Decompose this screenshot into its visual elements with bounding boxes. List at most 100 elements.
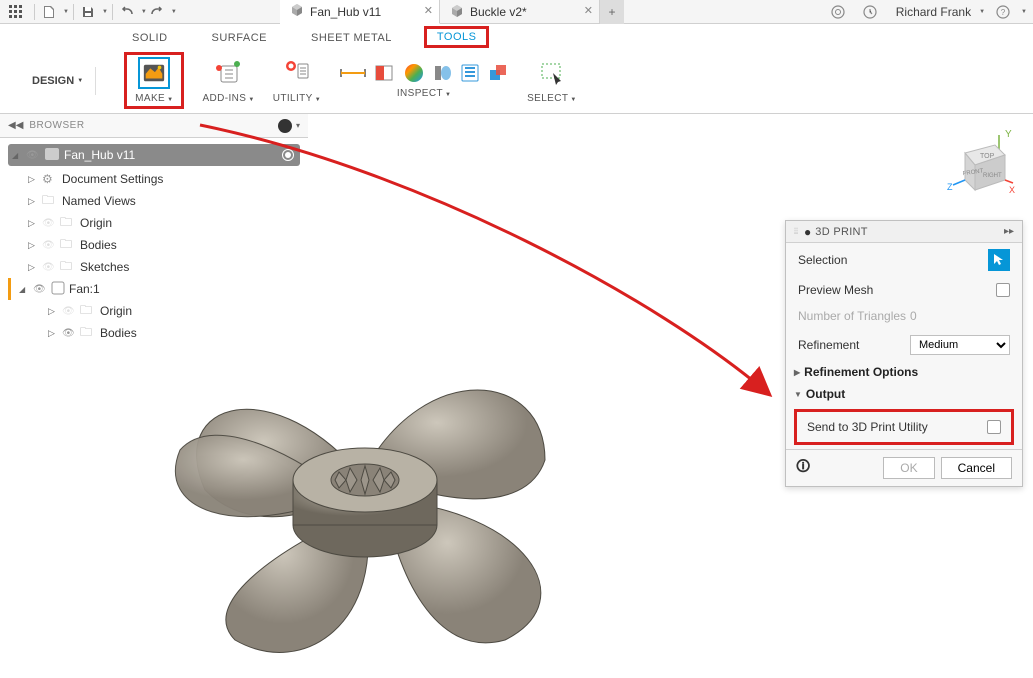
make-button[interactable]: MAKE xyxy=(135,57,173,104)
selection-label: Selection xyxy=(798,253,988,267)
expand-icon[interactable] xyxy=(28,174,38,185)
design-workspace-dropdown[interactable]: DESIGN xyxy=(20,67,96,95)
new-file-icon[interactable] xyxy=(39,2,59,22)
panel-drag-icon[interactable]: ⦙⦙ xyxy=(794,226,798,237)
cancel-button[interactable]: Cancel xyxy=(941,457,1012,479)
tree-item-origin[interactable]: 👁 🗀 Origin xyxy=(0,212,308,234)
preview-mesh-checkbox[interactable] xyxy=(996,283,1010,297)
folder-icon: 🗀 xyxy=(60,213,76,234)
user-name-label[interactable]: Richard Frank xyxy=(896,5,971,19)
undo-icon[interactable] xyxy=(117,2,137,22)
ribbon-tab-sheet-metal[interactable]: SHEET METAL xyxy=(299,28,404,48)
select-button[interactable]: SELECT xyxy=(527,57,577,104)
expand-icon[interactable] xyxy=(28,262,38,273)
refinement-options-section[interactable]: Refinement Options xyxy=(786,361,1022,383)
fan-model[interactable] xyxy=(125,340,605,670)
folder-icon: 🗀 xyxy=(60,257,76,278)
redo-icon[interactable] xyxy=(147,2,167,22)
interference-icon[interactable] xyxy=(487,62,509,84)
folder-icon: 🗀 xyxy=(80,323,96,344)
close-icon[interactable]: ✕ xyxy=(584,4,593,17)
panel-title: 3D PRINT xyxy=(815,226,1004,238)
tree-item-fan-origin[interactable]: 👁 🗀 Origin xyxy=(0,300,308,322)
svg-text:TOP: TOP xyxy=(980,153,995,160)
ribbon-tab-surface[interactable]: SURFACE xyxy=(200,28,279,48)
gear-icon: ⚙ xyxy=(42,172,58,186)
tree-item-sketches[interactable]: 👁 🗀 Sketches xyxy=(0,256,308,278)
tree-item-doc-settings[interactable]: ⚙ Document Settings xyxy=(0,168,308,190)
browser-title: BROWSER xyxy=(29,120,278,131)
inspect-label: INSPECT xyxy=(397,88,451,99)
visibility-icon[interactable]: 👁 xyxy=(42,240,56,251)
send-to-utility-checkbox[interactable] xyxy=(987,420,1001,434)
inspect-group: INSPECT xyxy=(339,62,509,99)
tree-item-named-views[interactable]: 🗀 Named Views xyxy=(0,190,308,212)
send-to-utility-label: Send to 3D Print Utility xyxy=(807,420,987,434)
options-icon[interactable]: ▾ xyxy=(296,121,300,130)
folder-icon: 🗀 xyxy=(42,191,58,212)
help-icon[interactable]: ? xyxy=(993,2,1013,22)
selection-cursor-button[interactable] xyxy=(988,249,1010,271)
tree-root[interactable]: 👁 Fan_Hub v11 xyxy=(8,144,300,166)
tree-item-fan-component[interactable]: 👁 Fan:1 xyxy=(8,278,308,300)
curvature-icon[interactable] xyxy=(431,62,453,84)
tree-item-bodies[interactable]: 👁 🗀 Bodies xyxy=(0,234,308,256)
ribbon-tab-tools[interactable]: TOOLS xyxy=(424,26,490,48)
addins-label: ADD-INS xyxy=(202,93,254,104)
expand-icon[interactable] xyxy=(48,306,58,317)
make-label: MAKE xyxy=(135,93,173,104)
new-tab-button[interactable]: + xyxy=(600,0,624,24)
refinement-select[interactable]: Medium xyxy=(910,335,1010,355)
display-toggle-icon[interactable] xyxy=(278,119,292,133)
ok-button[interactable]: OK xyxy=(883,457,934,479)
refinement-label: Refinement xyxy=(798,338,910,352)
measure-icon[interactable] xyxy=(339,63,367,83)
expand-icon[interactable] xyxy=(28,218,38,229)
addins-button[interactable]: ADD-INS xyxy=(202,57,254,104)
expand-icon[interactable] xyxy=(19,284,29,294)
collapse-icon[interactable]: ◀◀ xyxy=(8,120,23,131)
job-status-icon[interactable] xyxy=(860,2,880,22)
select-label: SELECT xyxy=(527,93,577,104)
expand-icon[interactable] xyxy=(12,150,22,160)
triangles-label: Number of Triangles xyxy=(798,309,910,323)
activate-icon[interactable] xyxy=(282,149,294,161)
folder-icon: 🗀 xyxy=(60,235,76,256)
info-icon[interactable]: 🛈 xyxy=(796,456,877,480)
tab-label: Fan_Hub v11 xyxy=(310,5,381,19)
svg-text:X: X xyxy=(1009,185,1015,195)
triangles-value: 0 xyxy=(910,309,1010,323)
cube-icon xyxy=(450,4,464,21)
visibility-icon[interactable]: 👁 xyxy=(26,150,40,161)
visibility-icon[interactable]: 👁 xyxy=(62,306,76,317)
document-tab-fan-hub[interactable]: Fan_Hub v11 ✕ xyxy=(280,0,440,24)
color-icon[interactable] xyxy=(403,62,425,84)
close-icon[interactable]: ✕ xyxy=(424,4,433,17)
expand-icon[interactable] xyxy=(48,328,58,339)
half-section-icon[interactable] xyxy=(373,63,397,83)
visibility-icon[interactable]: 👁 xyxy=(42,218,56,229)
panel-bullet-icon: ● xyxy=(804,225,811,239)
utility-button[interactable]: UTILITY xyxy=(273,57,321,104)
visibility-icon[interactable]: 👁 xyxy=(62,328,76,339)
expand-icon[interactable] xyxy=(28,196,38,207)
document-tab-buckle[interactable]: Buckle v2* ✕ xyxy=(440,0,600,24)
expand-icon[interactable]: ▸▸ xyxy=(1004,226,1014,237)
folder-icon: 🗀 xyxy=(80,301,96,322)
view-cube[interactable]: Y TOP FRONT RIGHT Z X xyxy=(935,125,1015,218)
send-to-utility-row: Send to 3D Print Utility xyxy=(794,409,1014,445)
output-section[interactable]: Output xyxy=(786,383,1022,405)
zebra-icon[interactable] xyxy=(459,62,481,84)
ribbon-tab-solid[interactable]: SOLID xyxy=(120,28,180,48)
expand-icon[interactable] xyxy=(28,240,38,251)
root-label: Fan_Hub v11 xyxy=(64,148,135,162)
print-panel: ⦙⦙ ● 3D PRINT ▸▸ Selection Preview Mesh … xyxy=(785,220,1023,487)
utility-label: UTILITY xyxy=(273,93,321,104)
apps-grid-icon[interactable] xyxy=(6,2,26,22)
component-icon xyxy=(51,281,65,298)
component-icon xyxy=(44,147,60,164)
extensions-icon[interactable] xyxy=(828,2,848,22)
save-icon[interactable] xyxy=(78,2,98,22)
visibility-icon[interactable]: 👁 xyxy=(33,284,47,295)
visibility-icon[interactable]: 👁 xyxy=(42,262,56,273)
